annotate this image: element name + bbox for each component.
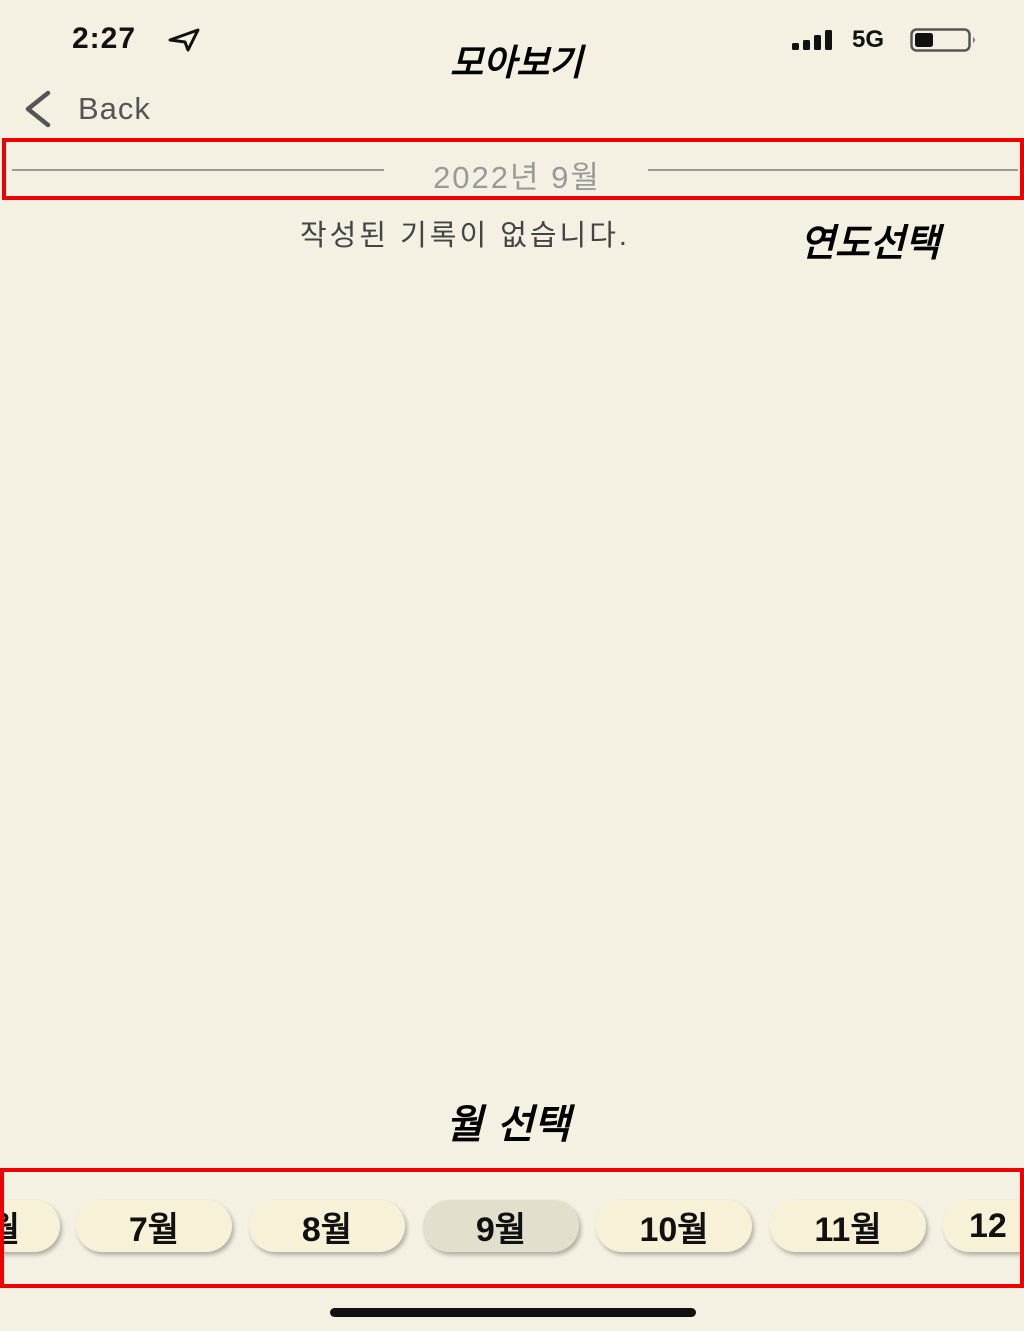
empty-message: 작성된 기록이 없습니다. xyxy=(300,220,630,252)
chevron-left-icon xyxy=(25,90,51,128)
month-pill-6[interactable]: 월 xyxy=(4,1200,60,1252)
month-pill-7[interactable]: 7월 xyxy=(76,1200,232,1252)
cellular-signal-icon xyxy=(792,30,832,50)
annotation-year-select: 연도선택 xyxy=(800,220,940,265)
battery-level xyxy=(915,33,933,47)
month-pill-10[interactable]: 10월 xyxy=(596,1200,752,1252)
battery-icon xyxy=(910,28,975,52)
year-month-label[interactable]: 2022년 9월 xyxy=(386,152,648,197)
divider-line xyxy=(648,169,1018,171)
month-pill-9[interactable]: 9월 xyxy=(423,1200,579,1252)
status-time: 2:27 xyxy=(72,22,137,55)
annotation-month-select: 월 선택 xyxy=(446,1101,571,1148)
network-type: 5G xyxy=(852,26,885,53)
location-arrow-icon xyxy=(168,28,200,52)
month-selector[interactable]: 월 7월 8월 9월 10월 11월 12 xyxy=(0,1168,1024,1288)
year-selector[interactable]: 2022년 9월 xyxy=(2,138,1024,200)
month-pill-8[interactable]: 8월 xyxy=(249,1200,405,1252)
month-pill-12[interactable]: 12 xyxy=(943,1200,1020,1252)
month-pill-11[interactable]: 11월 xyxy=(770,1200,926,1252)
home-indicator[interactable] xyxy=(330,1308,696,1317)
back-button[interactable]: Back xyxy=(20,86,151,132)
annotation-title: 모아보기 xyxy=(450,42,583,84)
back-label: Back xyxy=(78,91,151,126)
divider-line xyxy=(12,169,384,171)
